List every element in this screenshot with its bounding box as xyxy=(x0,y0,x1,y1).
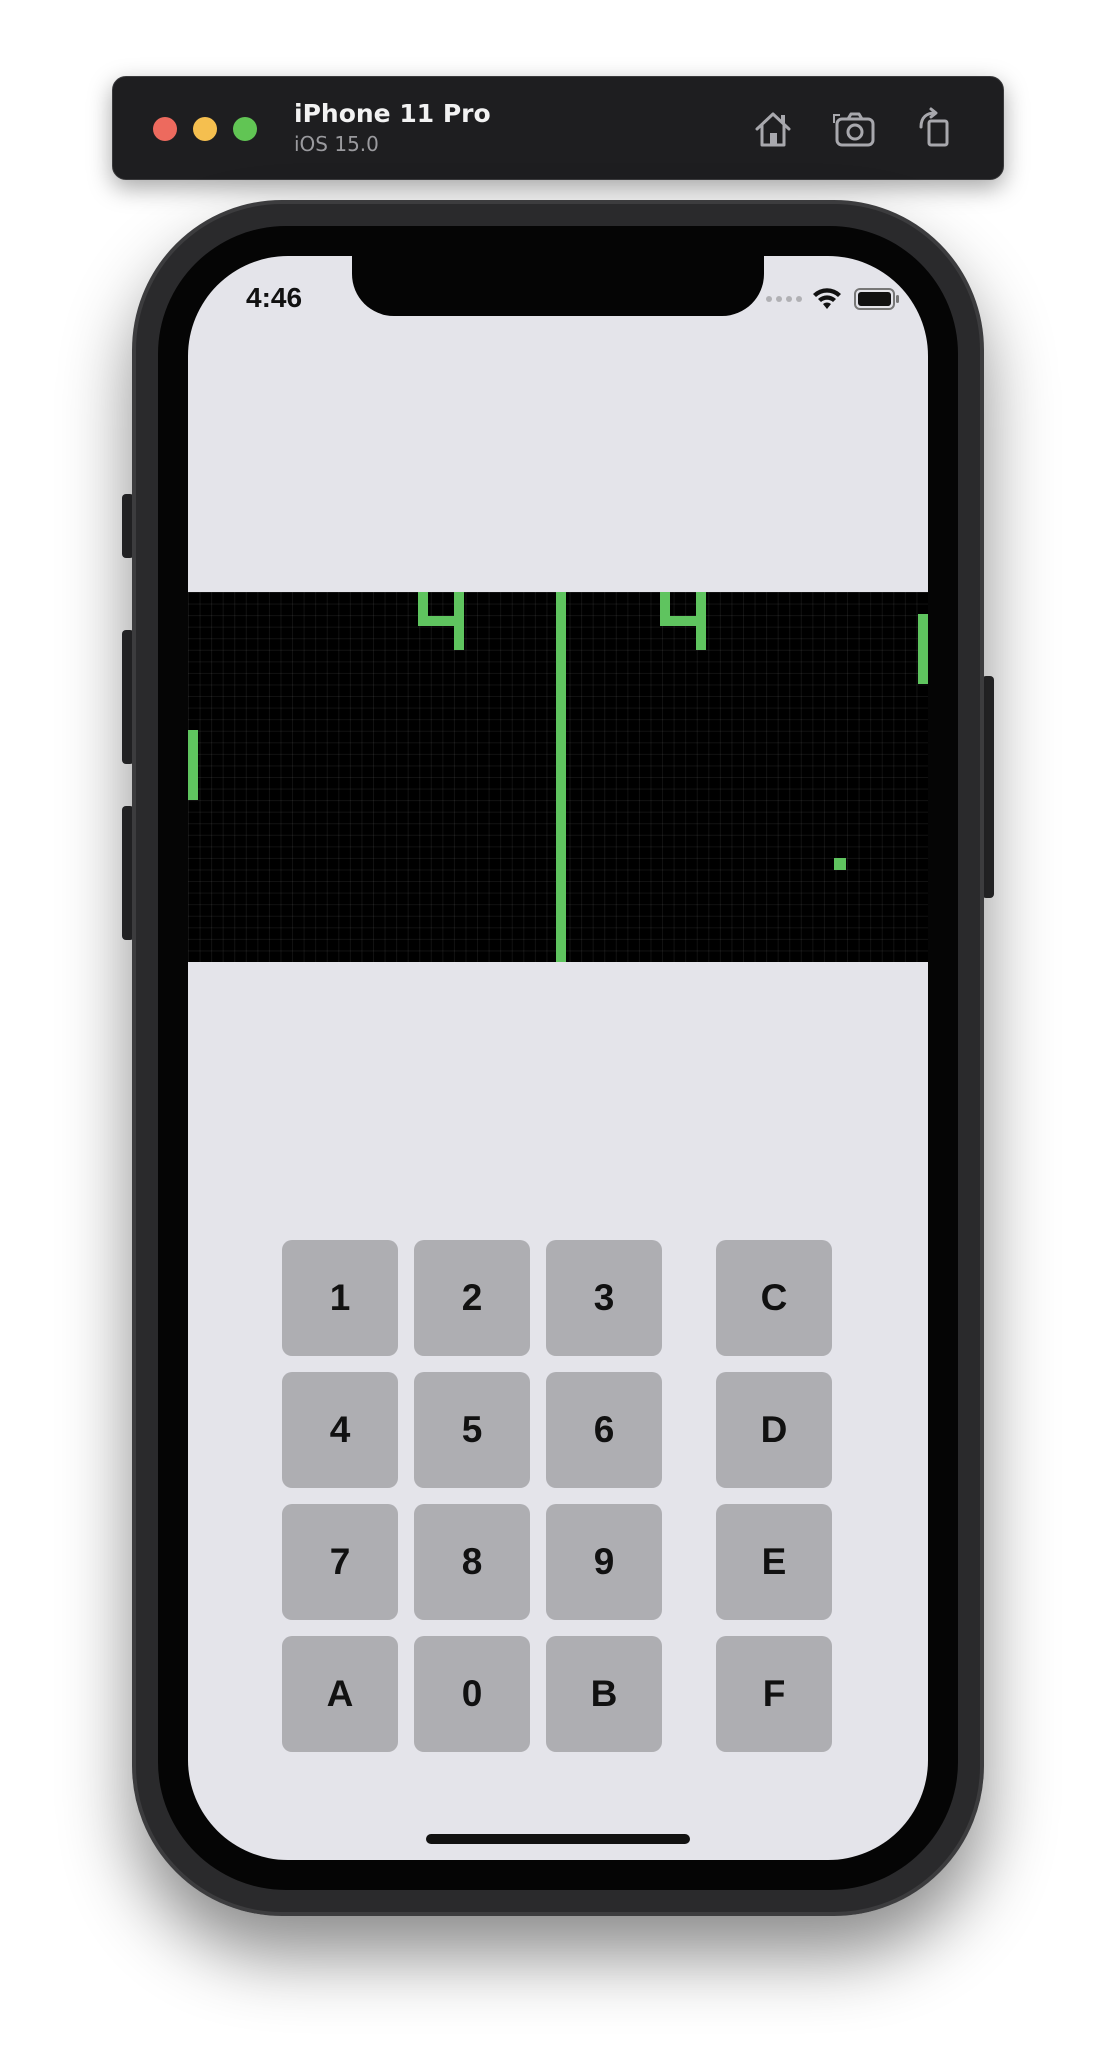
simulator-title-bar: iPhone 11 Pro iOS 15.0 xyxy=(112,76,1004,180)
game-display xyxy=(188,592,928,962)
key-2[interactable]: 2 xyxy=(414,1240,530,1356)
status-time: 4:46 xyxy=(246,282,303,313)
window-zoom-button[interactable] xyxy=(233,117,257,141)
wifi-icon xyxy=(813,288,841,309)
key-b[interactable]: B xyxy=(546,1636,662,1752)
device-screen: 4:46 123C 456D 789E A0BF xyxy=(188,256,928,1860)
game-canvas xyxy=(188,592,928,962)
key-6[interactable]: 6 xyxy=(546,1372,662,1488)
center-net xyxy=(556,592,566,962)
key-c[interactable]: C xyxy=(716,1240,832,1356)
key-5[interactable]: 5 xyxy=(414,1372,530,1488)
screenshot-icon xyxy=(833,112,875,147)
home-indicator[interactable] xyxy=(426,1834,690,1844)
home-button[interactable] xyxy=(749,105,797,153)
key-0[interactable]: 0 xyxy=(414,1636,530,1752)
device-name: iPhone 11 Pro xyxy=(294,99,491,128)
key-7[interactable]: 7 xyxy=(282,1504,398,1620)
window-minimize-button[interactable] xyxy=(193,117,217,141)
key-1[interactable]: 1 xyxy=(282,1240,398,1356)
window-close-button[interactable] xyxy=(153,117,177,141)
battery-icon xyxy=(854,288,899,310)
notch xyxy=(352,256,764,316)
left-score-right-stroke xyxy=(454,592,464,650)
key-4[interactable]: 4 xyxy=(282,1372,398,1488)
key-e[interactable]: E xyxy=(716,1504,832,1620)
right-paddle xyxy=(918,614,928,684)
key-f[interactable]: F xyxy=(716,1636,832,1752)
key-a[interactable]: A xyxy=(282,1636,398,1752)
key-8[interactable]: 8 xyxy=(414,1504,530,1620)
screenshot-button[interactable] xyxy=(831,105,879,153)
rotate-button[interactable] xyxy=(911,105,959,153)
right-score-right-stroke xyxy=(696,592,706,650)
rotate-icon xyxy=(919,107,949,147)
key-3[interactable]: 3 xyxy=(546,1240,662,1356)
ball xyxy=(834,858,846,870)
home-icon xyxy=(755,112,791,147)
hex-keypad: 123C 456D 789E A0BF xyxy=(282,1240,834,1756)
key-9[interactable]: 9 xyxy=(546,1504,662,1620)
cellular-dots-icon xyxy=(766,296,802,302)
os-version: iOS 15.0 xyxy=(294,132,379,156)
key-d[interactable]: D xyxy=(716,1372,832,1488)
left-paddle xyxy=(188,730,198,800)
